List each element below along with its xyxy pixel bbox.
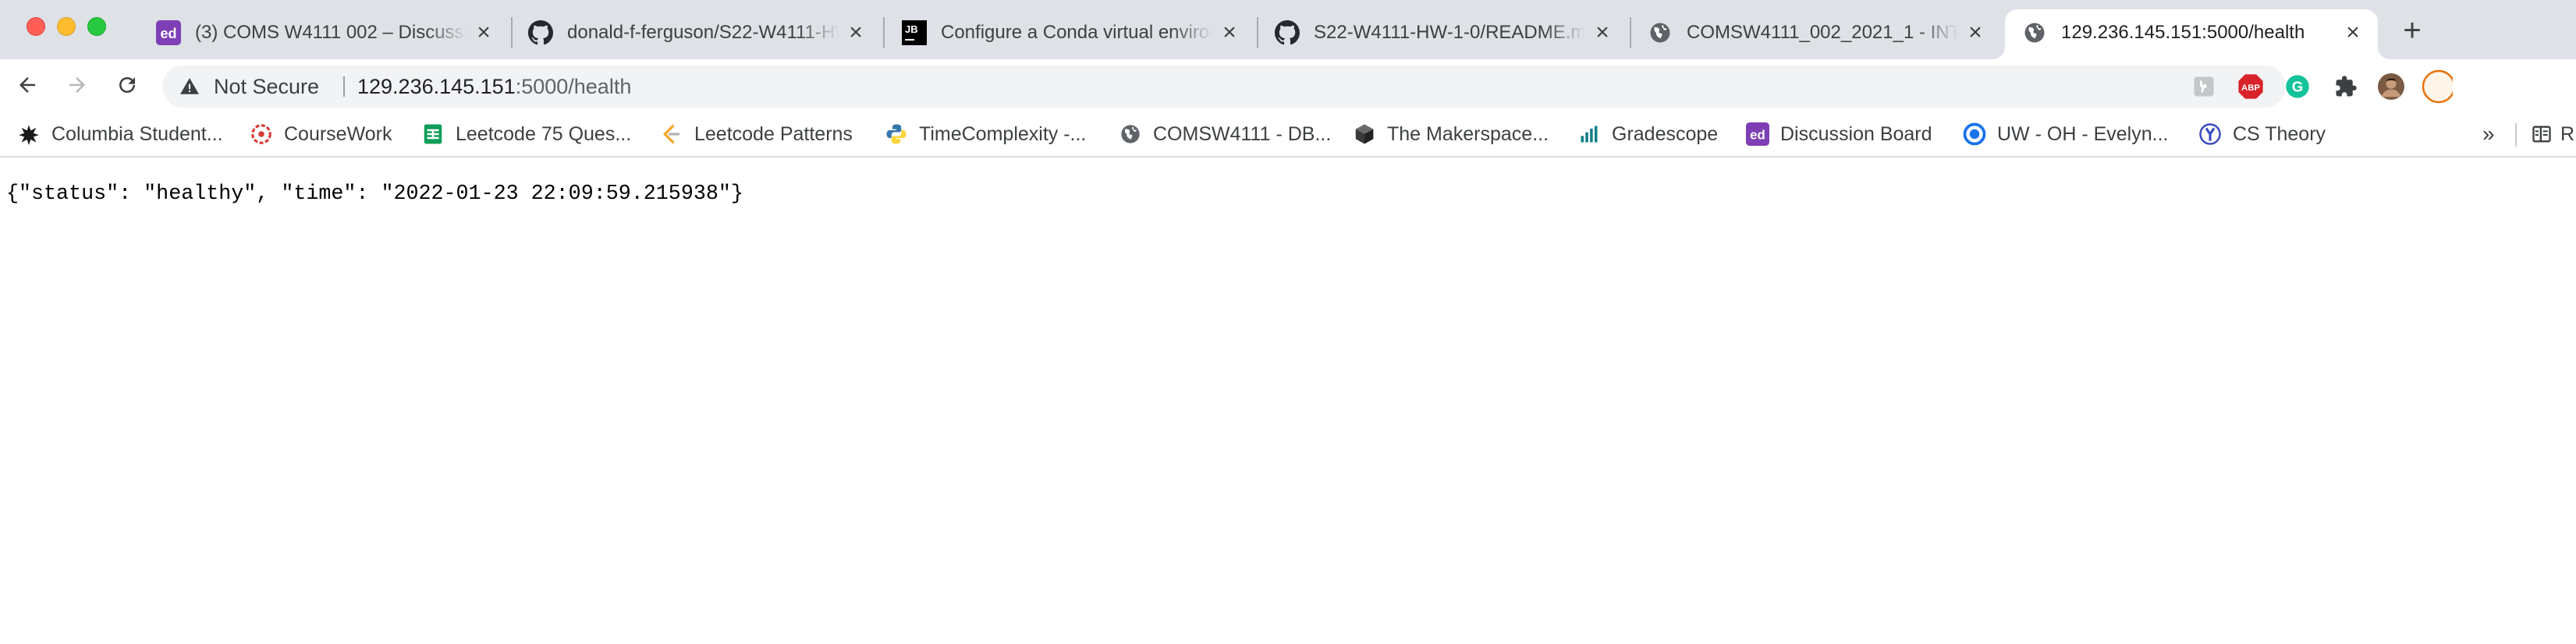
cs-theory-icon [2198,122,2222,146]
bookmark-label: Columbia Student... [51,122,223,145]
adblock-plus-icon[interactable]: ABP [2237,73,2264,100]
tab-title: 129.236.145.151:5000/health [2061,22,2305,43]
warning-triangle-icon[interactable] [179,76,200,97]
tab-health-active[interactable]: 129.236.145.151:5000/health × [2005,9,2378,59]
reading-list-icon [2532,126,2551,143]
tab-close-button[interactable]: × [471,20,496,45]
tab-title: (3) COMS W4111 002 – Discussion [195,22,467,43]
arrow-left-icon [20,77,35,93]
bookmark-timecomplexity[interactable]: TimeComplexity -... [885,119,1086,150]
arrow-right-icon [69,77,85,93]
tab-github-hw[interactable]: donald-f-ferguson/S22-W4111-HW × [528,9,871,59]
crown-icon [17,122,41,146]
bookmark-discussion-board[interactable]: ed Discussion Board [1746,119,1932,150]
bookmark-uw-oh[interactable]: UW - OH - Evelyn... [1963,119,2168,150]
window-close-button[interactable] [27,17,45,36]
bookmark-leetcode-75[interactable]: Leetcode 75 Ques... [421,119,631,150]
tab-separator [1630,17,1631,48]
new-tab-button[interactable]: + [2399,15,2425,46]
coursework-icon [250,122,273,146]
github-icon [528,20,553,45]
jetbrains-icon: JB [902,20,927,45]
address-bar[interactable]: Not Secure 129.236.145.151:5000/health [162,65,2286,108]
bookmark-cs-theory[interactable]: CS Theory [2198,119,2326,150]
tab-title: S22-W4111-HW-1-0/README.md [1314,22,1585,43]
security-label[interactable]: Not Secure [214,65,319,108]
globe-icon [2022,20,2047,45]
bookmarks-overflow-button[interactable]: » [2482,122,2495,147]
circle-logo-icon [1963,122,1986,146]
bookmark-comsw4111-db[interactable]: COMSW4111 - DB... [1119,119,1331,150]
bookmark-label: The Makerspace... [1387,122,1549,145]
bookmark-label: CS Theory [2233,122,2326,145]
leetcode-patterns-icon [660,122,683,146]
tab-conda-config[interactable]: JB Configure a Conda virtual environment… [902,9,1245,59]
tab-strip: ed (3) COMS W4111 002 – Discussion × don… [0,0,2576,59]
avatar[interactable] [2378,73,2404,100]
window-maximize-button[interactable] [87,17,106,36]
window-minimize-button[interactable] [57,17,76,36]
grammarly-icon[interactable]: G [2284,73,2311,100]
reload-icon [119,77,135,93]
tab-close-button[interactable]: × [1217,20,1242,45]
tab-title: COMSW4111_002_2021_1 - INTRODUCTION [1687,22,1958,43]
globe-icon [1119,122,1142,146]
svg-text:G: G [2292,79,2304,95]
tab-separator [511,17,513,48]
tab-close-button[interactable]: × [1963,20,1988,45]
url-text[interactable]: 129.236.145.151:5000/health [357,65,631,108]
bookmark-label: COMSW4111 - DB... [1153,122,1332,145]
svg-text:JB: JB [905,23,918,35]
bookmark-label: Leetcode 75 Ques... [456,122,632,145]
tab-comsw4111-intro[interactable]: COMSW4111_002_2021_1 - INTRODUCTION × [1648,9,1991,59]
tab-separator [883,17,885,48]
tab-close-button[interactable]: × [1590,20,1615,45]
svg-text:ed: ed [160,26,176,41]
tab-close-button[interactable]: × [843,20,868,45]
tab-github-readme[interactable]: S22-W4111-HW-1-0/README.md × [1275,9,1618,59]
bookmark-leetcode-patterns[interactable]: Leetcode Patterns [660,119,853,150]
reading-list-button[interactable]: R [2531,119,2574,150]
back-button[interactable] [11,69,44,101]
omnibox-divider [343,76,345,97]
cube-icon [1353,122,1376,146]
ed-icon: ed [1746,122,1769,146]
ed-icon: ed [156,20,181,45]
bookmark-label: Gradescope [1612,122,1719,145]
svg-text:ed: ed [1750,128,1765,143]
json-response-text: {"status": "healthy", "time": "2022-01-2… [6,182,743,206]
svg-text:ABP: ABP [2241,83,2260,93]
bookmark-makerspace[interactable]: The Makerspace... [1353,119,1549,150]
reading-list-label: R [2560,122,2575,145]
python-icon [885,122,908,146]
url-host: 129.236.145.151 [357,75,516,98]
bookmark-columbia-student[interactable]: Columbia Student... [17,119,223,150]
bookmark-coursework[interactable]: CourseWork [250,119,392,150]
tab-close-button[interactable]: × [2340,20,2365,45]
forward-button[interactable] [61,69,94,101]
globe-icon [1648,20,1673,45]
puzzle-icon[interactable] [2333,73,2359,100]
tab-title: donald-f-ferguson/S22-W4111-HW [567,22,839,43]
bookmark-gradescope[interactable]: Gradescope [1577,119,1718,150]
bookmarks-bar: Columbia Student... CourseWork Leetcode … [0,111,2576,157]
bookmark-label: TimeComplexity -... [919,122,1087,145]
toolbar: Not Secure 129.236.145.151:5000/health A… [0,59,2576,111]
bookmark-label: Leetcode Patterns [694,122,853,145]
tab-coms-discussion[interactable]: ed (3) COMS W4111 002 – Discussion × [156,9,499,59]
tab-title: Configure a Conda virtual environment [941,22,1212,43]
tab-separator [1257,17,1258,48]
github-icon [1275,20,1300,45]
bookmark-label: CourseWork [284,122,392,145]
gradescope-icon [1577,122,1601,146]
bookmarks-divider [2515,123,2517,147]
bookmark-label: UW - OH - Evelyn... [1997,122,2169,145]
page-content: {"status": "healthy", "time": "2022-01-2… [0,159,2576,644]
bookmark-label: Discussion Board [1780,122,1932,145]
reload-button[interactable] [111,69,144,101]
extension-gray-icon[interactable] [2191,73,2217,100]
profile-badge-icon[interactable] [2418,69,2453,104]
url-path: :5000/health [515,75,632,98]
sheets-icon [421,122,445,146]
